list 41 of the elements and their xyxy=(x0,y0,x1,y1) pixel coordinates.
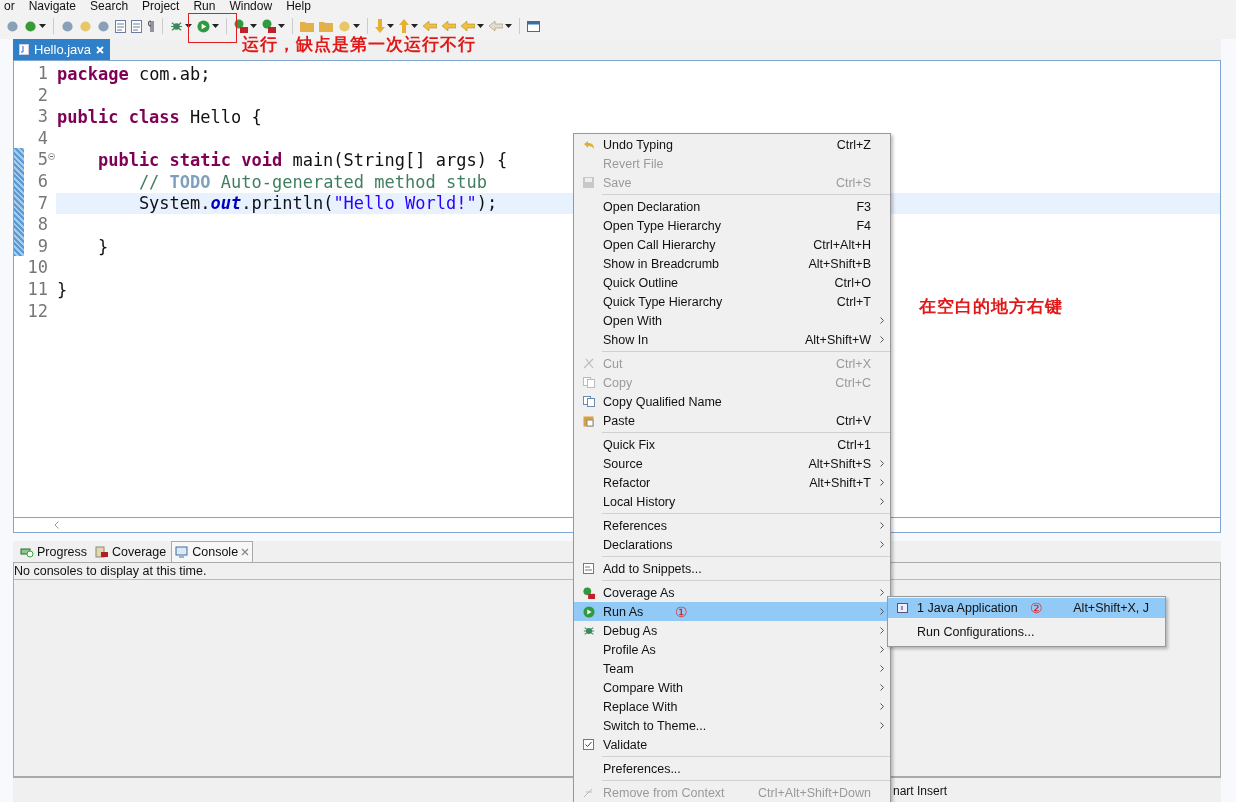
shortcut-text: F3 xyxy=(856,199,871,214)
line-number: 10 xyxy=(26,257,48,279)
shortcut-text: Ctrl+T xyxy=(836,294,871,309)
shortcut-text: Ctrl+Alt+Shift+Down xyxy=(758,785,871,800)
line-number: 2 xyxy=(36,84,48,107)
shortcut-text: F4 xyxy=(856,218,871,233)
line-number: 8 xyxy=(36,214,48,236)
shortcut-text: Ctrl+C xyxy=(835,375,871,390)
shortcut-text: Alt+Shift+X, J xyxy=(1073,601,1149,615)
line-number: 11 xyxy=(26,278,48,301)
line-number: 6 xyxy=(36,170,48,193)
shortcut-text: Alt+Shift+T xyxy=(809,475,871,490)
step-marker: ② xyxy=(1029,600,1043,616)
code-line: System.out.println("Hello World!"); xyxy=(137,193,498,214)
shortcut-text: Ctrl+1 xyxy=(837,437,871,452)
code-line: } xyxy=(57,279,68,300)
line-number: 12 xyxy=(26,300,48,323)
shortcut-text: Alt+Shift+S xyxy=(808,456,871,471)
code-line: package com.ab; xyxy=(57,63,211,84)
annotation-text: 运行，缺点是第一次运行不行 xyxy=(242,33,476,56)
annotation-text: 在空白的地方右键 xyxy=(919,295,1063,318)
shortcut-text: Alt+Shift+B xyxy=(808,256,871,271)
line-number: 7 xyxy=(36,192,48,215)
line-number: 4 xyxy=(36,127,48,150)
code-line: } xyxy=(96,236,109,257)
shortcut-text: Ctrl+X xyxy=(835,356,871,371)
code-line: public class Hello { xyxy=(57,107,262,127)
line-number: 3 xyxy=(36,106,48,128)
insert-mode: nart Insert xyxy=(893,784,948,798)
line-number: 5 xyxy=(36,149,48,171)
step-marker: ① xyxy=(675,603,689,620)
shortcut-text: Ctrl+Alt+H xyxy=(813,237,871,252)
line-number: 9 xyxy=(36,235,48,258)
code-line: public static void main(String[] args) { xyxy=(96,150,508,171)
line-number: 1 xyxy=(36,63,48,85)
shortcut-text: Alt+Shift+W xyxy=(805,332,871,347)
code-line: // TODO Auto-generated method stub xyxy=(137,171,487,192)
shortcut-text: Ctrl+Z xyxy=(836,137,871,152)
shortcut-text: Ctrl+V xyxy=(835,413,871,428)
shortcut-text: Ctrl+S xyxy=(835,175,871,190)
shortcut-text: Ctrl+O xyxy=(834,275,871,290)
